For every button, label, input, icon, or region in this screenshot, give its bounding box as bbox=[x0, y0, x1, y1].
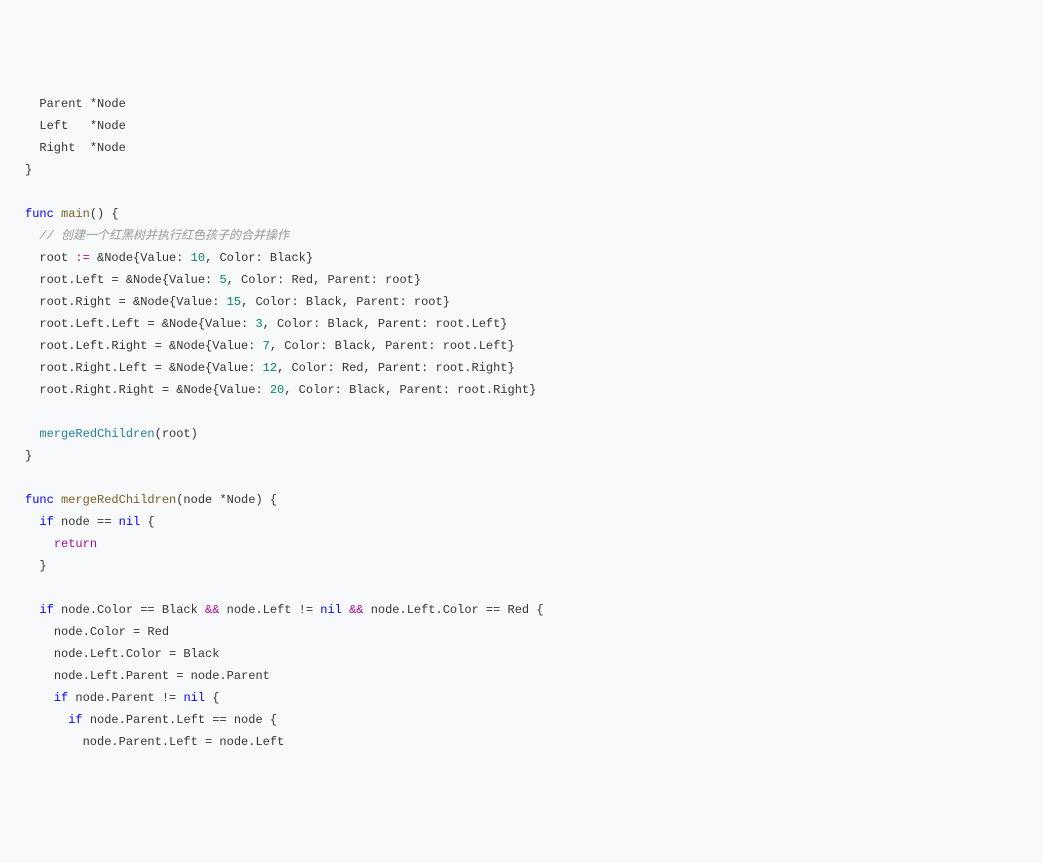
code-line bbox=[25, 467, 1043, 489]
code-line: if node.Color == Black && node.Left != n… bbox=[25, 599, 1043, 621]
code-line: root := &Node{Value: 10, Color: Black} bbox=[25, 247, 1043, 269]
code-line: func mergeRedChildren(node *Node) { bbox=[25, 489, 1043, 511]
code-line: root.Left = &Node{Value: 5, Color: Red, … bbox=[25, 269, 1043, 291]
code-line: Right *Node bbox=[25, 137, 1043, 159]
code-line: Left *Node bbox=[25, 115, 1043, 137]
code-line: return bbox=[25, 533, 1043, 555]
code-token: nil bbox=[119, 515, 141, 529]
code-token: return bbox=[54, 537, 97, 551]
code-line: node.Left.Color = Black bbox=[25, 643, 1043, 665]
code-token: Node bbox=[140, 295, 169, 309]
code-token: Node bbox=[133, 273, 162, 287]
code-line: func main() { bbox=[25, 203, 1043, 225]
code-token: nil bbox=[183, 691, 205, 705]
code-line: } bbox=[25, 445, 1043, 467]
code-token: if bbox=[39, 603, 53, 617]
code-token: Node bbox=[97, 97, 126, 111]
code-token: Node bbox=[176, 339, 205, 353]
code-token: main bbox=[61, 207, 90, 221]
code-token: if bbox=[68, 713, 82, 727]
code-token: && bbox=[349, 603, 363, 617]
code-line: root.Right.Left = &Node{Value: 12, Color… bbox=[25, 357, 1043, 379]
code-line: node.Left.Parent = node.Parent bbox=[25, 665, 1043, 687]
code-line: } bbox=[25, 555, 1043, 577]
code-token: := bbox=[75, 251, 89, 265]
code-token: if bbox=[39, 515, 53, 529]
code-line: node.Parent.Left = node.Left bbox=[25, 731, 1043, 753]
code-token: mergeRedChildren bbox=[61, 493, 176, 507]
code-token: 12 bbox=[263, 361, 277, 375]
code-token: 10 bbox=[191, 251, 205, 265]
code-token: // 创建一个红黑树并执行红色孩子的合并操作 bbox=[39, 229, 289, 243]
code-line: node.Color = Red bbox=[25, 621, 1043, 643]
code-line: if node == nil { bbox=[25, 511, 1043, 533]
code-line: root.Right = &Node{Value: 15, Color: Bla… bbox=[25, 291, 1043, 313]
code-line: root.Right.Right = &Node{Value: 20, Colo… bbox=[25, 379, 1043, 401]
code-token: Node bbox=[183, 383, 212, 397]
code-token: Node bbox=[104, 251, 133, 265]
code-token: 20 bbox=[270, 383, 284, 397]
code-line: // 创建一个红黑树并执行红色孩子的合并操作 bbox=[25, 225, 1043, 247]
code-token: nil bbox=[320, 603, 342, 617]
code-token: 5 bbox=[219, 273, 226, 287]
code-line: Parent *Node bbox=[25, 93, 1043, 115]
code-token: Node bbox=[176, 361, 205, 375]
code-token: Node bbox=[97, 141, 126, 155]
code-token: 3 bbox=[255, 317, 262, 331]
code-block: Parent *Node Left *Node Right *Node} fun… bbox=[25, 93, 1043, 753]
code-line: mergeRedChildren(root) bbox=[25, 423, 1043, 445]
code-token: if bbox=[54, 691, 68, 705]
code-token: Node bbox=[169, 317, 198, 331]
code-token: 7 bbox=[263, 339, 270, 353]
code-token: Node bbox=[227, 493, 256, 507]
code-token: func bbox=[25, 493, 54, 507]
code-line: } bbox=[25, 159, 1043, 181]
code-token: Node bbox=[97, 119, 126, 133]
code-token: 15 bbox=[227, 295, 241, 309]
code-token: mergeRedChildren bbox=[39, 427, 154, 441]
code-line bbox=[25, 181, 1043, 203]
code-token: && bbox=[205, 603, 219, 617]
code-line bbox=[25, 401, 1043, 423]
code-token: func bbox=[25, 207, 54, 221]
code-line: root.Left.Left = &Node{Value: 3, Color: … bbox=[25, 313, 1043, 335]
code-line: root.Left.Right = &Node{Value: 7, Color:… bbox=[25, 335, 1043, 357]
code-line: if node.Parent.Left == node { bbox=[25, 709, 1043, 731]
code-line: if node.Parent != nil { bbox=[25, 687, 1043, 709]
code-line bbox=[25, 577, 1043, 599]
